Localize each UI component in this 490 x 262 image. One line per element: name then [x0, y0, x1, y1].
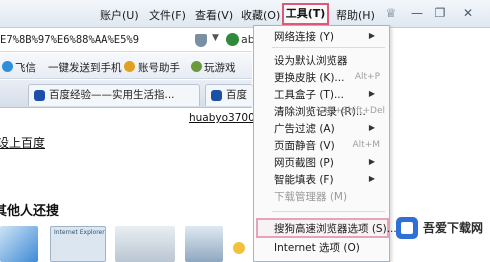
shortcut-label: Ctrl+Shift+Del: [318, 106, 385, 116]
game-icon: [191, 61, 202, 72]
submenu-arrow-icon: ▶: [368, 89, 375, 98]
related-searches-heading: 其他人还搜: [0, 204, 60, 219]
tab-baidu-jingyan[interactable]: 百度经验——实用生活指...: [28, 84, 200, 106]
menu-item-default-browser[interactable]: 设为默认浏览器: [274, 53, 348, 68]
menu-help[interactable]: 帮助(H): [336, 7, 375, 23]
thumb-caption: Internet Explorer: [54, 229, 105, 236]
menu-item-ad-filter[interactable]: 广告过滤 (A): [274, 121, 335, 136]
menu-item-change-skin[interactable]: 更换皮肤 (K)...: [274, 70, 344, 85]
chevron-down-icon[interactable]: ▼: [212, 33, 219, 43]
restore-icon[interactable]: ❐: [432, 5, 448, 21]
fetion-icon: [2, 61, 13, 72]
search-engine-icon[interactable]: [226, 33, 239, 46]
username-link[interactable]: huabyo3700: [189, 112, 255, 124]
url-text[interactable]: E7%8B%97%E6%88%AA%E5%9: [0, 34, 139, 46]
thumb-image[interactable]: [115, 226, 175, 262]
baidu-paw-icon: [211, 90, 222, 101]
watermark-logo-icon: [396, 217, 418, 239]
tab-label: 百度经验——实用生活指...: [49, 89, 175, 101]
menu-view[interactable]: 查看(V): [195, 7, 233, 23]
menu-item-autofill[interactable]: 智能填表 (F): [274, 172, 334, 187]
menu-item-toolbox[interactable]: 工具盒子 (T)...: [274, 87, 344, 102]
skin-icon[interactable]: ♕: [383, 5, 399, 21]
menubar: 账户(U) 文件(F) 查看(V) 收藏(O) 工具(T) 帮助(H) ♕ — …: [0, 0, 490, 28]
thumb-image[interactable]: Internet Explorer: [50, 226, 106, 262]
menu-item-internet-options[interactable]: Internet 选项 (O): [274, 240, 360, 255]
shortcut-label: Alt+M: [352, 140, 381, 150]
menu-account[interactable]: 账户(U): [100, 7, 139, 23]
menu-separator: [272, 211, 385, 212]
submenu-arrow-icon: ▶: [368, 123, 375, 132]
address-bar[interactable]: E7%8B%97%E6%88%AA%E5%9 ▼ ab: [0, 29, 255, 52]
fav-send-to-phone[interactable]: 一键发送到手机: [48, 60, 122, 75]
tab-label: 百度: [226, 89, 247, 101]
key-icon: [124, 61, 135, 72]
menu-favorites[interactable]: 收藏(O): [241, 7, 280, 23]
shortcut-label: Alt+P: [354, 72, 380, 82]
tab-baidu[interactable]: 百度: [205, 84, 253, 106]
fav-games[interactable]: 玩游戏: [204, 60, 236, 75]
tools-menu: 网络连接 (Y) ▶ 设为默认浏览器 更换皮肤 (K)... Alt+P 工具盒…: [253, 25, 397, 262]
submenu-arrow-icon: ▶: [368, 174, 375, 183]
thumb-image[interactable]: [0, 226, 38, 262]
watermark-text: 吾爱下载网: [423, 221, 484, 235]
menu-item-mute-page[interactable]: 页面静音 (V): [274, 138, 335, 153]
menu-item-screenshot[interactable]: 网页截图 (P): [274, 155, 334, 170]
submenu-arrow-icon: ▶: [368, 157, 375, 166]
close-icon[interactable]: ✕: [460, 5, 476, 21]
thumb-image[interactable]: [185, 226, 223, 262]
menu-item-download-manager[interactable]: 下载管理器 (M): [274, 189, 347, 204]
menu-separator: [272, 47, 385, 48]
baidu-paw-icon: [34, 90, 45, 101]
minimize-icon[interactable]: —: [409, 5, 425, 21]
fav-fetion[interactable]: 飞信: [15, 60, 36, 75]
set-homepage-link[interactable]: 设上百度: [0, 134, 45, 151]
menu-tools[interactable]: 工具(T): [282, 3, 329, 25]
favorites-bar: 飞信 一键发送到手机 账号助手 玩游戏: [0, 53, 252, 79]
lightbulb-icon: [233, 242, 245, 254]
submenu-arrow-icon: ▶: [368, 31, 375, 40]
menu-item-network[interactable]: 网络连接 (Y): [274, 29, 334, 44]
tab-bar: 百度经验——实用生活指... 百度: [0, 80, 253, 108]
shield-icon[interactable]: [195, 34, 207, 47]
menu-file[interactable]: 文件(F): [149, 7, 186, 23]
menu-item-sogou-options[interactable]: 搜狗高速浏览器选项 (S)...: [274, 221, 397, 236]
fav-account-helper[interactable]: 账号助手: [138, 60, 180, 75]
